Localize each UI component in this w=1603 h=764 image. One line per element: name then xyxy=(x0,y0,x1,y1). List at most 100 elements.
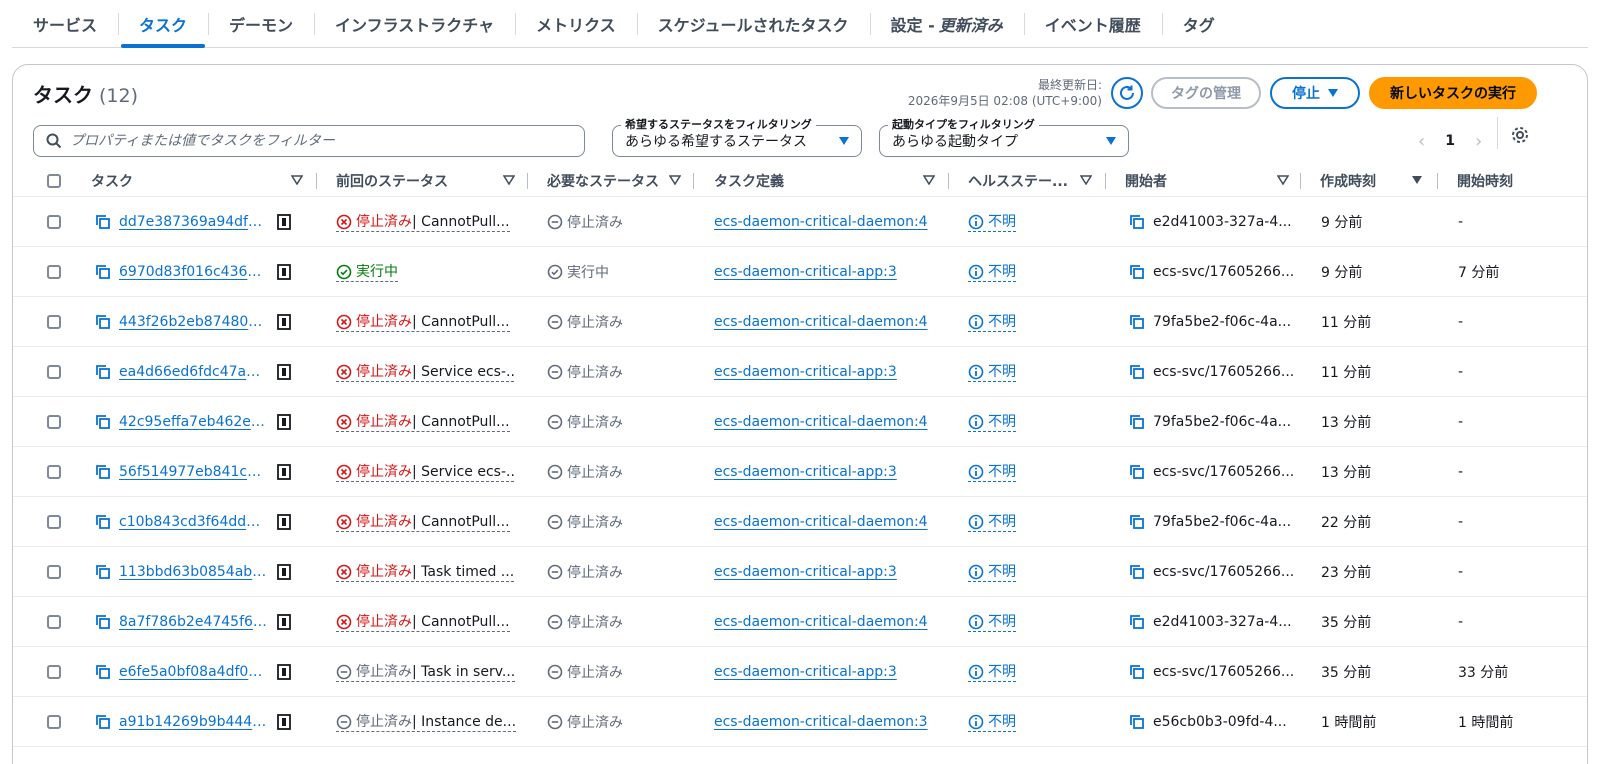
copy-icon[interactable] xyxy=(1129,714,1145,730)
health-status[interactable]: 不明 xyxy=(968,313,1016,332)
last-status[interactable]: 停止済み | CannotPull... xyxy=(336,513,510,532)
refresh-button[interactable] xyxy=(1111,77,1143,109)
tab-7[interactable]: イベント履歴 xyxy=(1023,0,1162,48)
health-status[interactable]: 不明 xyxy=(968,213,1016,232)
task-id-link[interactable]: 6970d83f016c436da... xyxy=(119,264,267,280)
row-checkbox[interactable] xyxy=(47,715,61,729)
row-checkbox[interactable] xyxy=(47,365,61,379)
copy-icon[interactable] xyxy=(1129,214,1145,230)
last-status[interactable]: 停止済み | CannotPull... xyxy=(336,613,510,632)
task-detail-icon[interactable] xyxy=(277,614,291,630)
copy-icon[interactable] xyxy=(95,314,111,330)
task-definition-link[interactable]: ecs-daemon-critical-daemon:4 xyxy=(714,614,928,630)
task-detail-icon[interactable] xyxy=(277,314,291,330)
task-id-link[interactable]: 113bbd63b0854abb... xyxy=(119,564,267,580)
copy-icon[interactable] xyxy=(1129,364,1145,380)
task-detail-icon[interactable] xyxy=(277,514,291,530)
copy-icon[interactable] xyxy=(95,414,111,430)
tab-8[interactable]: タグ xyxy=(1161,0,1236,48)
copy-icon[interactable] xyxy=(1129,414,1145,430)
last-status[interactable]: 停止済み | Task timed ... xyxy=(336,563,515,582)
health-status[interactable]: 不明 xyxy=(968,463,1016,482)
row-checkbox[interactable] xyxy=(47,515,61,529)
row-checkbox[interactable] xyxy=(47,615,61,629)
task-definition-link[interactable]: ecs-daemon-critical-daemon:4 xyxy=(714,314,928,330)
column-header-health-status[interactable]: ヘルスステー... xyxy=(968,165,1098,197)
run-new-task-button[interactable]: 新しいタスクの実行 xyxy=(1369,77,1537,109)
column-header-last-status[interactable]: 前回のステータス xyxy=(336,165,516,197)
last-status[interactable]: 停止済み | Service ecs-... xyxy=(336,363,516,382)
tab-6[interactable]: 設定 - 更新済み xyxy=(869,0,1024,48)
last-status[interactable]: 停止済み | CannotPull... xyxy=(336,313,510,332)
row-checkbox[interactable] xyxy=(47,465,61,479)
gear-icon[interactable] xyxy=(1510,125,1530,145)
task-detail-icon[interactable] xyxy=(277,414,291,430)
task-detail-icon[interactable] xyxy=(277,214,291,230)
copy-icon[interactable] xyxy=(1129,464,1145,480)
health-status[interactable]: 不明 xyxy=(968,263,1016,282)
launch-type-select[interactable]: 起動タイプをフィルタリング あらゆる起動タイプ xyxy=(879,116,1129,157)
search-input[interactable] xyxy=(70,133,584,149)
health-status[interactable]: 不明 xyxy=(968,613,1016,632)
copy-icon[interactable] xyxy=(95,264,111,280)
task-id-link[interactable]: 443f26b2eb8748079... xyxy=(119,314,267,330)
copy-icon[interactable] xyxy=(95,564,111,580)
row-checkbox[interactable] xyxy=(47,315,61,329)
row-checkbox[interactable] xyxy=(47,265,61,279)
column-header-created-at[interactable]: 作成時刻 xyxy=(1320,165,1430,197)
task-definition-link[interactable]: ecs-daemon-critical-app:3 xyxy=(714,664,897,680)
copy-icon[interactable] xyxy=(95,364,111,380)
column-header-started-at[interactable]: 開始時刻 xyxy=(1457,165,1587,197)
last-status[interactable]: 停止済み | CannotPull... xyxy=(336,413,510,432)
last-status[interactable]: 停止済み | CannotPull... xyxy=(336,213,510,232)
task-definition-link[interactable]: ecs-daemon-critical-app:3 xyxy=(714,564,897,580)
tab-1[interactable]: タスク xyxy=(118,0,208,48)
copy-icon[interactable] xyxy=(1129,314,1145,330)
task-definition-link[interactable]: ecs-daemon-critical-daemon:4 xyxy=(714,414,928,430)
health-status[interactable]: 不明 xyxy=(968,363,1016,382)
task-definition-link[interactable]: ecs-daemon-critical-app:3 xyxy=(714,264,897,280)
task-id-link[interactable]: ea4d66ed6fdc47a98... xyxy=(119,364,267,380)
health-status[interactable]: 不明 xyxy=(968,513,1016,532)
tab-5[interactable]: スケジュールされたタスク xyxy=(636,0,870,48)
manage-tags-button[interactable]: タグの管理 xyxy=(1151,77,1261,109)
copy-icon[interactable] xyxy=(95,714,111,730)
select-all-checkbox[interactable] xyxy=(47,174,61,188)
task-id-link[interactable]: 56f514977eb841c3a... xyxy=(119,464,267,480)
row-checkbox[interactable] xyxy=(47,565,61,579)
health-status[interactable]: 不明 xyxy=(968,663,1016,682)
task-id-link[interactable]: c10b843cd3f64dd28... xyxy=(119,514,267,530)
task-id-link[interactable]: a91b14269b9b444f8... xyxy=(119,714,267,730)
last-status[interactable]: 停止済み | Service ecs-... xyxy=(336,463,516,482)
health-status[interactable]: 不明 xyxy=(968,413,1016,432)
task-definition-link[interactable]: ecs-daemon-critical-daemon:4 xyxy=(714,514,928,530)
row-checkbox[interactable] xyxy=(47,215,61,229)
task-detail-icon[interactable] xyxy=(277,364,291,380)
task-id-link[interactable]: dd7e387369a94df09... xyxy=(119,214,267,230)
copy-icon[interactable] xyxy=(95,514,111,530)
task-definition-link[interactable]: ecs-daemon-critical-daemon:3 xyxy=(714,714,928,730)
tab-4[interactable]: メトリクス xyxy=(515,0,637,48)
chevron-left-icon[interactable]: ‹ xyxy=(1418,131,1425,152)
tab-0[interactable]: サービス xyxy=(12,0,118,48)
task-definition-link[interactable]: ecs-daemon-critical-app:3 xyxy=(714,364,897,380)
row-checkbox[interactable] xyxy=(47,415,61,429)
copy-icon[interactable] xyxy=(95,214,111,230)
copy-icon[interactable] xyxy=(1129,264,1145,280)
row-checkbox[interactable] xyxy=(47,665,61,679)
task-id-link[interactable]: e6fe5a0bf08a4df0b4... xyxy=(119,664,267,680)
column-header-desired-status[interactable]: 必要なステータス xyxy=(547,165,687,197)
task-id-link[interactable]: 8a7f786b2e4745f69... xyxy=(119,614,267,630)
copy-icon[interactable] xyxy=(1129,664,1145,680)
copy-icon[interactable] xyxy=(95,464,111,480)
task-detail-icon[interactable] xyxy=(277,714,291,730)
health-status[interactable]: 不明 xyxy=(968,713,1016,732)
stop-button[interactable]: 停止 xyxy=(1270,77,1360,109)
health-status[interactable]: 不明 xyxy=(968,563,1016,582)
task-detail-icon[interactable] xyxy=(277,664,291,680)
chevron-right-icon[interactable]: › xyxy=(1475,131,1482,152)
column-header-started-by[interactable]: 開始者 xyxy=(1125,165,1295,197)
search-field[interactable] xyxy=(33,125,585,157)
tab-3[interactable]: インフラストラクチャ xyxy=(314,0,515,48)
last-status[interactable]: 停止済み | Task in serv... xyxy=(336,663,516,682)
